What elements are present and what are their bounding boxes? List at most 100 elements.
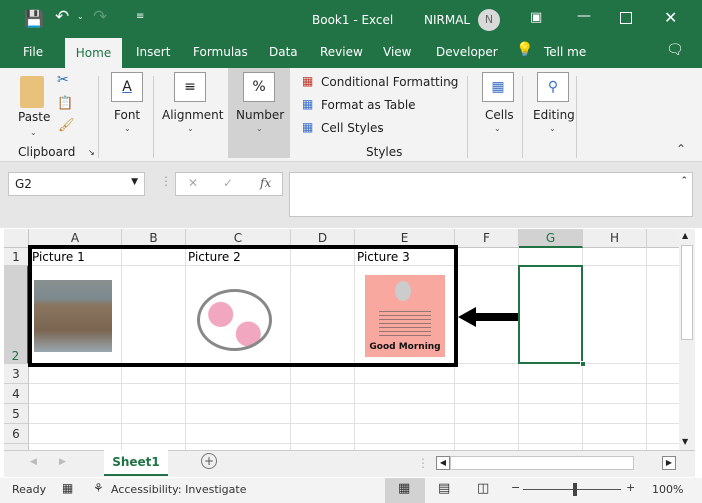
splitter-icon[interactable]: ⋮ [417,456,429,470]
number-icon: % [243,72,275,102]
cut-icon[interactable]: ✂ [57,72,69,88]
tab-data[interactable]: Data [269,45,298,59]
accessibility-status[interactable]: Accessibility: Investigate [111,483,247,496]
ribbon-tabs: File Home Insert Formulas Data Review Vi… [0,38,702,68]
page-break-preview-icon[interactable]: ◫ [477,481,489,496]
conditional-formatting-button[interactable]: Conditional Formatting [321,75,458,89]
alignment-icon: ≡ [174,72,206,102]
paste-icon[interactable] [20,76,44,108]
row-header-6[interactable]: 6 [4,424,29,444]
insert-function-button[interactable]: fx [260,176,271,190]
title-bar: 💾 ↶ ⌄ ↷ ≡ Book1 - Excel NIRMAL N ▣ — ✕ [0,0,702,38]
close-icon[interactable]: ✕ [664,8,677,27]
formula-buttons: ✕ ✓ fx [175,172,283,196]
zoom-slider-track[interactable] [523,489,621,490]
tab-home[interactable]: Home [65,38,122,68]
zoom-level[interactable]: 100% [652,483,683,496]
tab-developer[interactable]: Developer [436,45,498,59]
arrow-left-icon [458,307,476,327]
horizontal-scroll-thumb[interactable] [450,456,634,470]
maximize-icon[interactable] [620,12,632,24]
formula-bar-splitter-icon[interactable]: ⋮ [160,174,172,188]
lightbulb-icon: 💡 [516,42,534,58]
row-header-2[interactable]: 2 [4,266,29,364]
styles-group-label: Styles [366,145,403,159]
new-sheet-icon[interactable]: + [201,453,217,469]
copy-icon[interactable]: 📋 [57,96,73,111]
arrow-shaft [474,313,519,321]
column-header-h[interactable]: H [583,229,647,248]
fill-handle[interactable] [580,361,586,367]
scroll-right-icon[interactable]: ▶ [662,456,676,470]
undo-dropdown-icon[interactable]: ⌄ [77,12,84,21]
name-box[interactable]: G2 ▼ [8,172,145,196]
format-as-table-icon: ▦ [302,97,314,111]
tab-file[interactable]: File [23,45,43,59]
page-layout-view-icon[interactable]: ▤ [438,481,450,496]
user-name: NIRMAL [424,13,471,27]
expand-formula-bar-icon[interactable]: ⌃ [680,176,688,186]
cell-styles-icon: ▦ [302,120,314,134]
zoom-slider-thumb[interactable] [573,483,577,496]
redo-icon: ↷ [93,7,108,27]
ribbon-display-options-icon[interactable]: ▣ [530,10,542,25]
sheet-tab-sheet1[interactable]: Sheet1 [104,450,168,476]
tab-view[interactable]: View [383,45,411,59]
row-header-4[interactable]: 4 [4,384,29,404]
tab-insert[interactable]: Insert [136,45,170,59]
paste-dropdown-icon[interactable]: ⌄ [30,128,37,137]
avatar[interactable]: N [478,9,500,31]
zoom-in-icon[interactable]: + [626,481,635,494]
scroll-down-icon[interactable]: ▼ [682,437,688,446]
next-sheet-icon[interactable]: ▶ [59,457,66,467]
column-header-blank [647,229,679,248]
format-painter-icon[interactable]: 🖌 [58,118,75,133]
save-icon[interactable]: 💾 [24,9,44,28]
macro-recording-icon[interactable]: ▦ [62,481,73,495]
row-header-3[interactable]: 3 [4,364,29,384]
vertical-scroll-thumb[interactable] [681,245,693,340]
comments-icon[interactable]: 🗨 [666,42,684,58]
spreadsheet-grid[interactable]: A B C D E F G H 1 2 3 4 5 6 Picture 1 Pi… [4,229,679,450]
window-title: Book1 - Excel [312,13,394,27]
zoom-out-icon[interactable]: − [511,481,520,494]
tab-formulas[interactable]: Formulas [193,45,248,59]
collapse-ribbon-icon[interactable]: ⌃ [676,142,686,156]
status-bar: Ready ▦ ⚘ Accessibility: Investigate ▦ ▤… [0,478,702,503]
row-header-1[interactable]: 1 [4,248,29,266]
select-all-button[interactable] [4,229,29,248]
row-header-5[interactable]: 5 [4,404,29,424]
normal-view-button[interactable]: ▦ [385,478,425,503]
cancel-icon[interactable]: ✕ [188,176,198,190]
font-button[interactable]: Font [114,108,140,122]
name-box-dropdown-icon[interactable]: ▼ [131,177,138,187]
clipboard-group-label: Clipboard [18,145,76,159]
prev-sheet-icon[interactable]: ◀ [30,457,37,467]
name-box-value: G2 [15,177,32,191]
vertical-scrollbar[interactable]: ▲ ▼ [679,229,695,450]
scroll-up-icon[interactable]: ▲ [682,231,688,240]
formula-input[interactable]: ⌃ [289,172,693,217]
font-icon: A [111,72,143,102]
selected-cell-g2[interactable] [518,265,583,364]
tab-review[interactable]: Review [320,45,363,59]
number-button[interactable]: Number [236,108,284,122]
cells-button[interactable]: Cells [485,108,514,122]
format-as-table-button[interactable]: Format as Table [321,98,416,112]
column-header-f[interactable]: F [455,229,519,248]
tell-me-search[interactable]: Tell me [544,45,586,59]
accessibility-icon[interactable]: ⚘ [93,481,104,495]
undo-icon[interactable]: ↶ [55,7,69,27]
clipboard-launcher-icon[interactable]: ↘ [88,148,95,157]
status-ready: Ready [12,483,47,496]
scroll-left-icon[interactable]: ◀ [436,456,450,470]
enter-icon[interactable]: ✓ [223,176,233,190]
alignment-button[interactable]: Alignment [162,108,223,122]
formula-bar-area: G2 ▼ ⋮ ✕ ✓ fx ⌃ [0,162,702,228]
paste-button[interactable]: Paste [18,110,50,124]
column-header-g[interactable]: G [519,229,583,248]
cell-styles-button[interactable]: Cell Styles [321,121,384,135]
minimize-icon[interactable]: — [577,8,591,24]
customize-toolbar-icon[interactable]: ≡ [136,11,144,22]
editing-button[interactable]: Editing [533,108,575,122]
